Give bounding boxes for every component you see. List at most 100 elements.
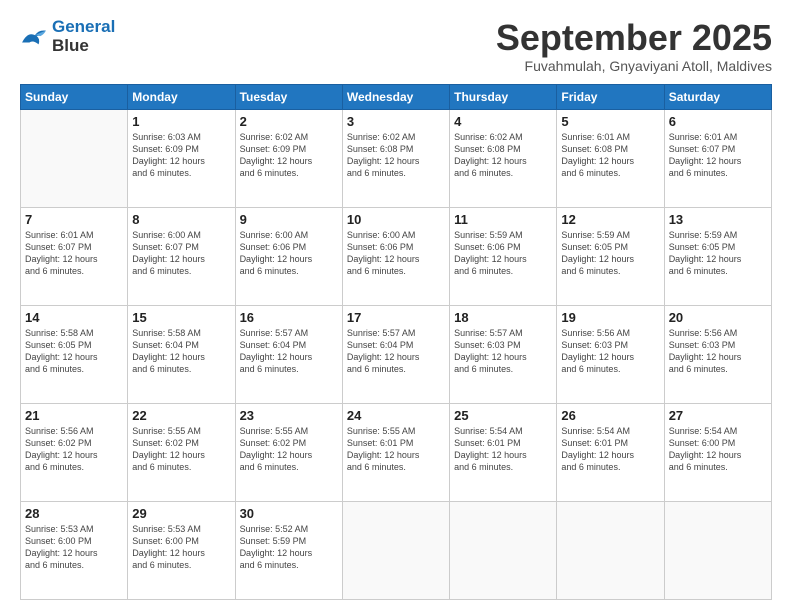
table-row: 8 Sunrise: 6:00 AMSunset: 6:07 PMDaylight… xyxy=(128,207,235,305)
day-info: Sunrise: 5:53 AMSunset: 6:00 PMDaylight:… xyxy=(132,523,230,572)
day-number: 27 xyxy=(669,408,767,423)
day-info: Sunrise: 5:57 AMSunset: 6:04 PMDaylight:… xyxy=(347,327,445,376)
table-row: 10 Sunrise: 6:00 AMSunset: 6:06 PMDayligh… xyxy=(342,207,449,305)
logo-bird-icon xyxy=(20,26,48,48)
day-number: 8 xyxy=(132,212,230,227)
day-number: 28 xyxy=(25,506,123,521)
table-row: 3 Sunrise: 6:02 AMSunset: 6:08 PMDaylight… xyxy=(342,109,449,207)
col-monday: Monday xyxy=(128,84,235,109)
day-info: Sunrise: 5:54 AMSunset: 6:00 PMDaylight:… xyxy=(669,425,767,474)
logo-text-general: General xyxy=(52,18,115,37)
day-number: 25 xyxy=(454,408,552,423)
table-row: 4 Sunrise: 6:02 AMSunset: 6:08 PMDaylight… xyxy=(450,109,557,207)
table-row: 16Sunrise: 5:57 AMSunset: 6:04 PMDayligh… xyxy=(235,305,342,403)
table-row: 22Sunrise: 5:55 AMSunset: 6:02 PMDayligh… xyxy=(128,403,235,501)
table-row: 27 Sunrise: 5:54 AMSunset: 6:00 PMDayligh… xyxy=(664,403,771,501)
day-number: 19 xyxy=(561,310,659,325)
day-number: 12 xyxy=(561,212,659,227)
table-row: 20 Sunrise: 5:56 AMSunset: 6:03 PMDayligh… xyxy=(664,305,771,403)
location-subtitle: Fuvahmulah, Gnyaviyani Atoll, Maldives xyxy=(496,58,772,74)
table-row: 17Sunrise: 5:57 AMSunset: 6:04 PMDayligh… xyxy=(342,305,449,403)
day-info: Sunrise: 6:02 AMSunset: 6:08 PMDaylight:… xyxy=(347,131,445,180)
day-info: Sunrise: 5:56 AMSunset: 6:02 PMDaylight:… xyxy=(25,425,123,474)
day-number: 15 xyxy=(132,310,230,325)
day-info: Sunrise: 5:59 AMSunset: 6:06 PMDaylight:… xyxy=(454,229,552,278)
table-row: 18 Sunrise: 5:57 AMSunset: 6:03 PMDayligh… xyxy=(450,305,557,403)
table-row: 12 Sunrise: 5:59 AMSunset: 6:05 PMDayligh… xyxy=(557,207,664,305)
day-info: Sunrise: 5:57 AMSunset: 6:03 PMDaylight:… xyxy=(454,327,552,376)
day-info: Sunrise: 5:55 AMSunset: 6:01 PMDaylight:… xyxy=(347,425,445,474)
table-row: 28 Sunrise: 5:53 AMSunset: 6:00 PMDayligh… xyxy=(21,501,128,599)
table-row: 9Sunrise: 6:00 AMSunset: 6:06 PMDaylight… xyxy=(235,207,342,305)
table-row: 19 Sunrise: 5:56 AMSunset: 6:03 PMDayligh… xyxy=(557,305,664,403)
day-info: Sunrise: 5:54 AMSunset: 6:01 PMDaylight:… xyxy=(454,425,552,474)
col-wednesday: Wednesday xyxy=(342,84,449,109)
calendar-week-row: 28 Sunrise: 5:53 AMSunset: 6:00 PMDayligh… xyxy=(21,501,772,599)
day-info: Sunrise: 5:58 AMSunset: 6:05 PMDaylight:… xyxy=(25,327,123,376)
day-number: 7 xyxy=(25,212,123,227)
day-info: Sunrise: 6:00 AMSunset: 6:06 PMDaylight:… xyxy=(347,229,445,278)
calendar-week-row: 21 Sunrise: 5:56 AMSunset: 6:02 PMDayligh… xyxy=(21,403,772,501)
day-number: 2 xyxy=(240,114,338,129)
col-thursday: Thursday xyxy=(450,84,557,109)
page: General Blue September 2025 Fuvahmulah, … xyxy=(0,0,792,612)
table-row xyxy=(342,501,449,599)
day-number: 30 xyxy=(240,506,338,521)
col-saturday: Saturday xyxy=(664,84,771,109)
day-info: Sunrise: 5:59 AMSunset: 6:05 PMDaylight:… xyxy=(561,229,659,278)
table-row: 7 Sunrise: 6:01 AMSunset: 6:07 PMDaylight… xyxy=(21,207,128,305)
table-row: 21 Sunrise: 5:56 AMSunset: 6:02 PMDayligh… xyxy=(21,403,128,501)
logo-text-blue: Blue xyxy=(52,37,115,56)
day-number: 23 xyxy=(240,408,338,423)
day-number: 13 xyxy=(669,212,767,227)
calendar-week-row: 14 Sunrise: 5:58 AMSunset: 6:05 PMDayligh… xyxy=(21,305,772,403)
month-title: September 2025 xyxy=(496,18,772,58)
table-row xyxy=(557,501,664,599)
day-info: Sunrise: 5:56 AMSunset: 6:03 PMDaylight:… xyxy=(669,327,767,376)
day-number: 26 xyxy=(561,408,659,423)
day-number: 4 xyxy=(454,114,552,129)
table-row xyxy=(21,109,128,207)
day-info: Sunrise: 5:55 AMSunset: 6:02 PMDaylight:… xyxy=(240,425,338,474)
day-info: Sunrise: 5:59 AMSunset: 6:05 PMDaylight:… xyxy=(669,229,767,278)
day-info: Sunrise: 6:02 AMSunset: 6:09 PMDaylight:… xyxy=(240,131,338,180)
day-number: 29 xyxy=(132,506,230,521)
day-number: 20 xyxy=(669,310,767,325)
day-number: 3 xyxy=(347,114,445,129)
table-row: 2 Sunrise: 6:02 AMSunset: 6:09 PMDaylight… xyxy=(235,109,342,207)
day-info: Sunrise: 6:00 AMSunset: 6:06 PMDaylight:… xyxy=(240,229,338,278)
table-row: 30 Sunrise: 5:52 AMSunset: 5:59 PMDayligh… xyxy=(235,501,342,599)
table-row: 29 Sunrise: 5:53 AMSunset: 6:00 PMDayligh… xyxy=(128,501,235,599)
day-info: Sunrise: 6:01 AMSunset: 6:07 PMDaylight:… xyxy=(25,229,123,278)
col-friday: Friday xyxy=(557,84,664,109)
day-number: 18 xyxy=(454,310,552,325)
day-info: Sunrise: 5:52 AMSunset: 5:59 PMDaylight:… xyxy=(240,523,338,572)
calendar-week-row: 1 Sunrise: 6:03 AMSunset: 6:09 PMDaylight… xyxy=(21,109,772,207)
day-number: 22 xyxy=(132,408,230,423)
day-info: Sunrise: 6:03 AMSunset: 6:09 PMDaylight:… xyxy=(132,131,230,180)
day-info: Sunrise: 6:02 AMSunset: 6:08 PMDaylight:… xyxy=(454,131,552,180)
calendar-header-row: Sunday Monday Tuesday Wednesday Thursday… xyxy=(21,84,772,109)
table-row xyxy=(664,501,771,599)
day-info: Sunrise: 5:53 AMSunset: 6:00 PMDaylight:… xyxy=(25,523,123,572)
calendar-table: Sunday Monday Tuesday Wednesday Thursday… xyxy=(20,84,772,600)
table-row: 26 Sunrise: 5:54 AMSunset: 6:01 PMDayligh… xyxy=(557,403,664,501)
day-number: 21 xyxy=(25,408,123,423)
day-number: 16 xyxy=(240,310,338,325)
col-sunday: Sunday xyxy=(21,84,128,109)
day-number: 10 xyxy=(347,212,445,227)
calendar-week-row: 7 Sunrise: 6:01 AMSunset: 6:07 PMDaylight… xyxy=(21,207,772,305)
table-row: 11 Sunrise: 5:59 AMSunset: 6:06 PMDayligh… xyxy=(450,207,557,305)
table-row: 15Sunrise: 5:58 AMSunset: 6:04 PMDayligh… xyxy=(128,305,235,403)
table-row: 23 Sunrise: 5:55 AMSunset: 6:02 PMDayligh… xyxy=(235,403,342,501)
table-row: 1 Sunrise: 6:03 AMSunset: 6:09 PMDaylight… xyxy=(128,109,235,207)
day-info: Sunrise: 6:00 AMSunset: 6:07 PMDaylight:… xyxy=(132,229,230,278)
day-info: Sunrise: 5:56 AMSunset: 6:03 PMDaylight:… xyxy=(561,327,659,376)
day-number: 14 xyxy=(25,310,123,325)
day-info: Sunrise: 5:54 AMSunset: 6:01 PMDaylight:… xyxy=(561,425,659,474)
day-number: 24 xyxy=(347,408,445,423)
day-info: Sunrise: 6:01 AMSunset: 6:07 PMDaylight:… xyxy=(669,131,767,180)
title-block: September 2025 Fuvahmulah, Gnyaviyani At… xyxy=(496,18,772,74)
day-number: 1 xyxy=(132,114,230,129)
day-number: 11 xyxy=(454,212,552,227)
